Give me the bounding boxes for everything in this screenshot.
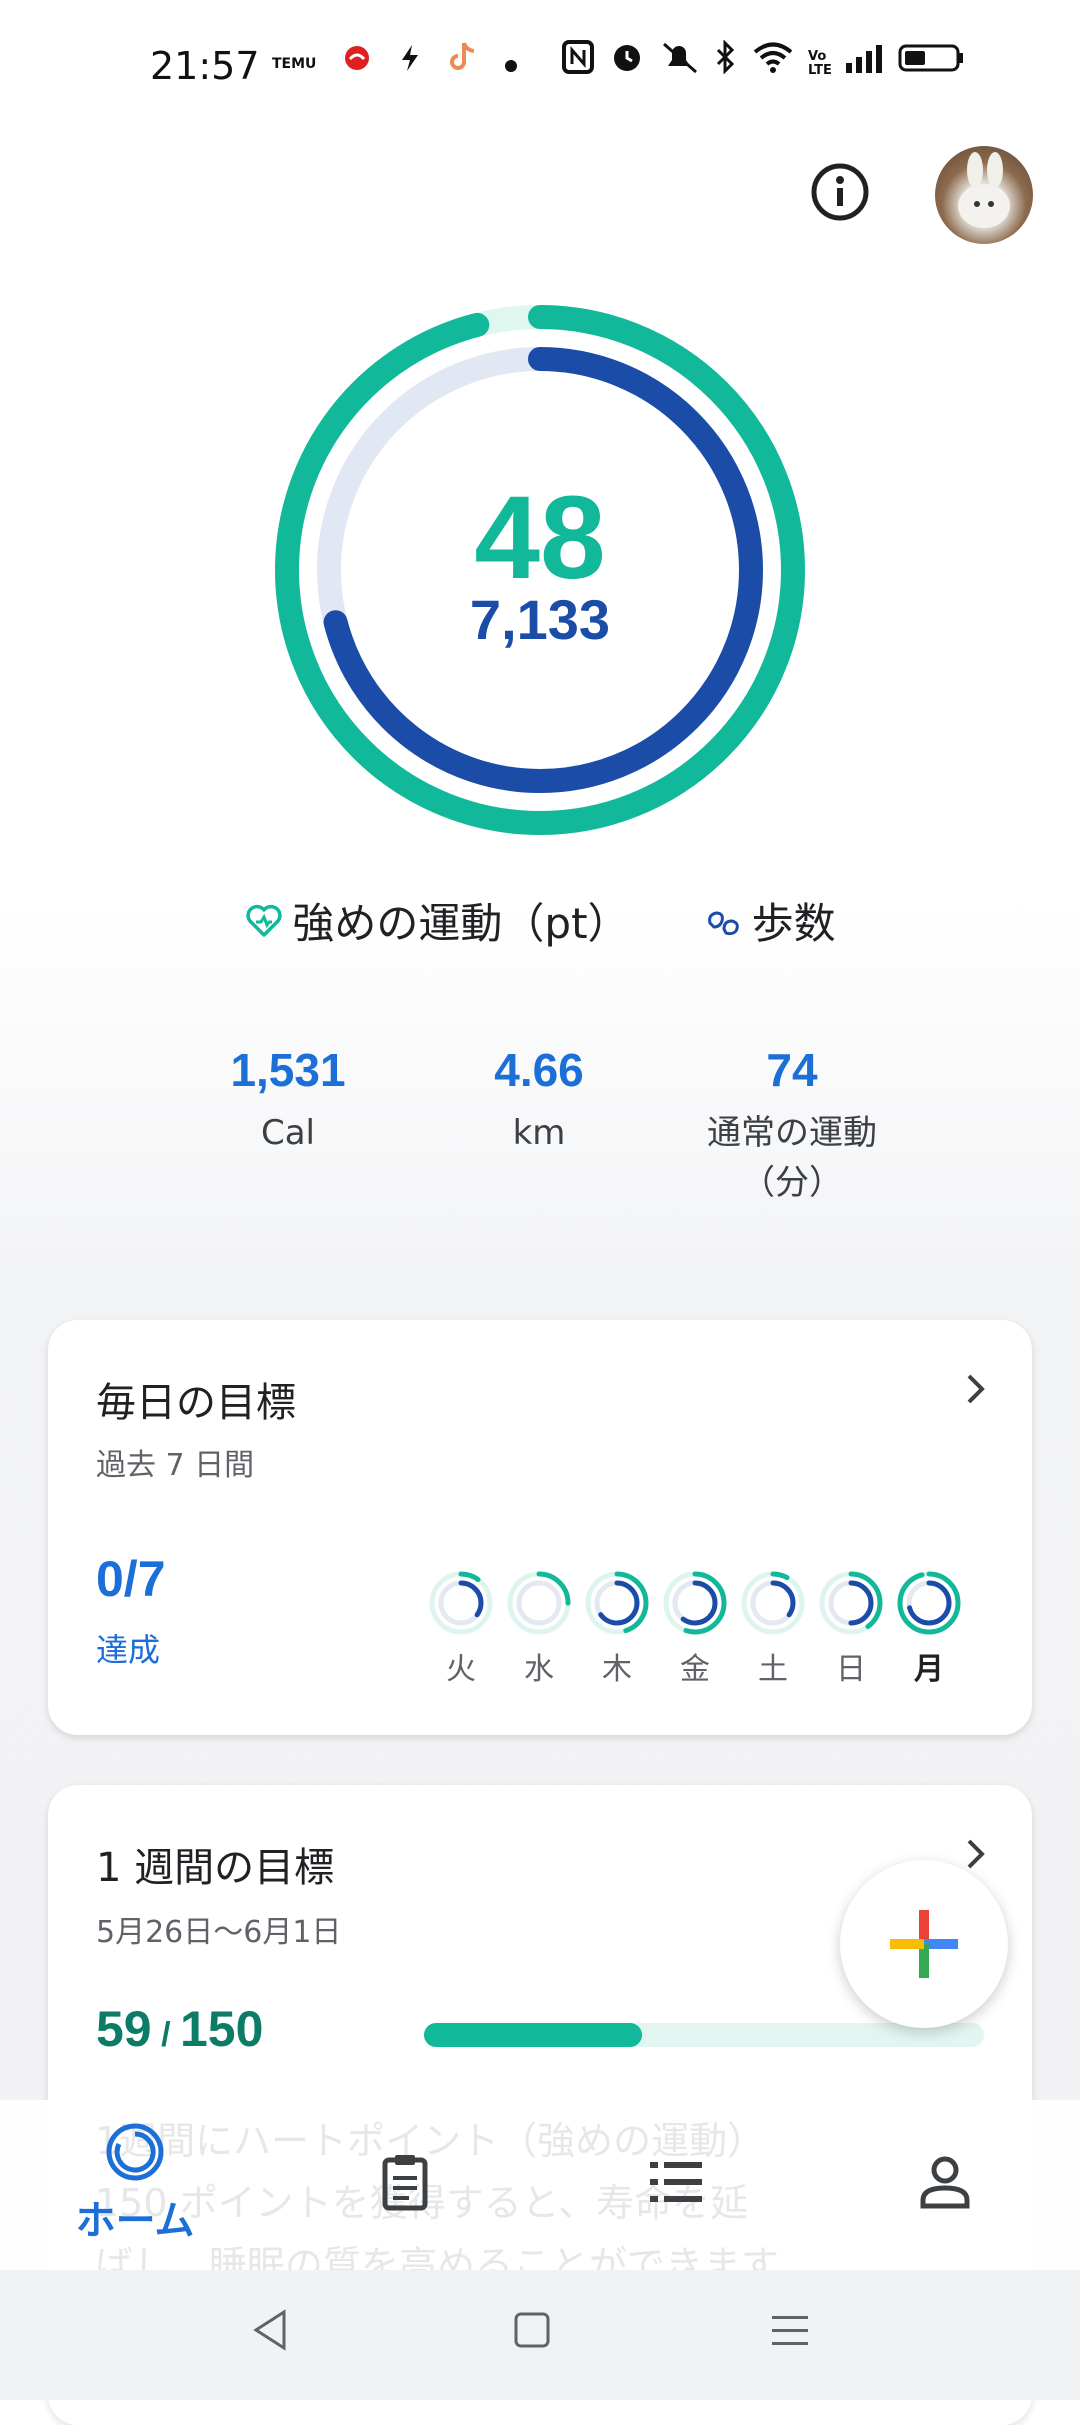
stat-move-minutes-label: 通常の運動 （分） bbox=[707, 1113, 877, 1203]
menu-lines-icon[interactable] bbox=[770, 2310, 810, 2350]
day-ring: 土 bbox=[740, 1570, 806, 1688]
add-activity-button[interactable] bbox=[840, 1860, 1008, 2028]
day-ring-icon bbox=[585, 1571, 649, 1635]
status-icons-right: Vo LTE bbox=[562, 39, 990, 87]
stat-move-minutes-value: 74 bbox=[766, 1044, 818, 1096]
legend-heart-points: 強めの運動（pt） bbox=[244, 890, 630, 951]
day-ring-icon bbox=[897, 1571, 961, 1635]
nav-journal[interactable] bbox=[325, 2150, 485, 2218]
day-label: 火 bbox=[446, 1652, 476, 1687]
day-ring-icon bbox=[741, 1571, 805, 1635]
weekly-goal-count: 59 / 150 bbox=[96, 2001, 264, 2057]
nav-browse[interactable] bbox=[596, 2150, 756, 2218]
volte-icon: Vo LTE bbox=[808, 48, 832, 78]
day-ring-icon bbox=[507, 1571, 571, 1635]
day-label: 月 bbox=[914, 1652, 944, 1687]
clipboard-icon bbox=[382, 2155, 428, 2211]
daily-goal-count: 0/7 bbox=[96, 1551, 166, 1607]
day-ring: 火 bbox=[428, 1570, 494, 1688]
mute-icon bbox=[660, 40, 700, 87]
day-label: 金 bbox=[680, 1652, 710, 1687]
temu-icon: TEMU bbox=[272, 55, 317, 72]
signal-icon bbox=[844, 42, 884, 86]
stat-calories-label: Cal bbox=[260, 1113, 316, 1153]
stat-move-minutes: 74 通常の運動 （分） bbox=[662, 1040, 922, 1208]
weekly-goal-date-range: 5月26日〜6月1日 bbox=[96, 1915, 342, 1950]
day-ring: 日 bbox=[818, 1570, 884, 1688]
wifi-icon bbox=[752, 40, 794, 87]
day-ring: 木 bbox=[584, 1570, 650, 1688]
status-icons-left: TEMU bbox=[272, 40, 544, 87]
stat-distance-value: 4.66 bbox=[494, 1044, 584, 1096]
steps-value: 7,133 bbox=[469, 588, 611, 651]
day-label: 水 bbox=[524, 1652, 554, 1687]
list-icon bbox=[650, 2162, 702, 2202]
daily-goal-count-label: 達成 bbox=[96, 1631, 161, 1669]
person-icon bbox=[920, 2156, 970, 2209]
legend-steps-label: 歩数 bbox=[751, 899, 836, 948]
status-time: 21:57 bbox=[150, 44, 260, 88]
chevron-right-icon[interactable] bbox=[958, 1372, 992, 1406]
home-square-icon[interactable] bbox=[512, 2310, 552, 2350]
system-navigation-bar bbox=[0, 2270, 1080, 2400]
stat-distance-label: km bbox=[512, 1113, 566, 1153]
weekly-goal-progress-fill bbox=[424, 2023, 643, 2047]
daily-goal-title: 毎日の目標 bbox=[96, 1380, 296, 1426]
nfc-icon bbox=[562, 40, 594, 87]
avatar[interactable] bbox=[935, 146, 1033, 244]
day-ring: 月 bbox=[896, 1570, 962, 1688]
heart-points-value: 48 bbox=[474, 472, 606, 604]
day-label: 木 bbox=[602, 1652, 632, 1687]
nav-home-label: ホーム bbox=[75, 2198, 195, 2244]
info-icon[interactable] bbox=[808, 160, 872, 224]
bluetooth-icon bbox=[714, 39, 736, 87]
day-label: 日 bbox=[836, 1652, 866, 1687]
day-ring: 金 bbox=[662, 1570, 728, 1688]
stat-calories: 1,531 Cal bbox=[158, 1040, 418, 1158]
battery-icon bbox=[898, 42, 964, 86]
day-ring-icon bbox=[819, 1571, 883, 1635]
ring-legend: 強めの運動（pt） 歩数 bbox=[0, 890, 1080, 951]
legend-heart-points-label: 強めの運動（pt） bbox=[292, 899, 630, 948]
stat-calories-value: 1,531 bbox=[230, 1044, 346, 1096]
heart-icon bbox=[246, 904, 283, 937]
dot-icon bbox=[504, 42, 518, 86]
day-ring: 水 bbox=[506, 1570, 572, 1688]
day-ring-icon bbox=[429, 1571, 493, 1635]
stat-distance: 4.66 km bbox=[409, 1040, 669, 1158]
plus-icon bbox=[890, 1910, 958, 1978]
daily-goal-card[interactable]: 毎日の目標 過去 7 日間 0/7 達成 火 水 木 金 土 日 月 bbox=[48, 1320, 1032, 1735]
daily-goal-subtitle: 過去 7 日間 bbox=[96, 1448, 255, 1483]
day-ring-icon bbox=[663, 1571, 727, 1635]
nav-profile[interactable] bbox=[865, 2150, 1025, 2218]
tiktok-icon bbox=[448, 40, 478, 87]
day-label: 土 bbox=[758, 1652, 788, 1687]
nav-home[interactable]: ホーム bbox=[55, 2120, 215, 2246]
home-rings-icon bbox=[106, 2123, 164, 2181]
legend-steps: 歩数 bbox=[704, 890, 836, 951]
footsteps-icon bbox=[707, 910, 739, 935]
weekly-goal-title: 1 週間の目標 bbox=[96, 1845, 335, 1891]
app-icon bbox=[342, 42, 372, 86]
daily-goal-days: 火水木金土日月 bbox=[428, 1570, 962, 1688]
alarm-icon bbox=[610, 40, 644, 87]
bolt-icon bbox=[398, 42, 422, 86]
back-triangle-icon[interactable] bbox=[250, 2308, 290, 2352]
